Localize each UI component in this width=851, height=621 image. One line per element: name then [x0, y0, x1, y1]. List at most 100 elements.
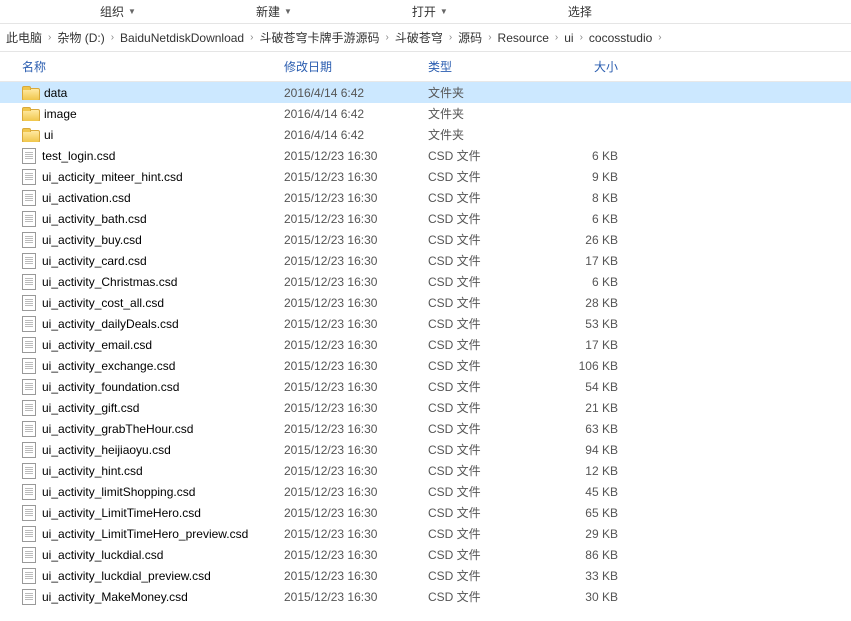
file-row[interactable]: ui_activity_card.csd2015/12/23 16:30CSD … [0, 250, 851, 271]
toolbar-open[interactable]: 打开 ▼ [412, 3, 448, 20]
file-icon [22, 316, 36, 332]
cell-name: ui_activity_dailyDeals.csd [22, 316, 284, 332]
file-row[interactable]: ui_activity_gift.csd2015/12/23 16:30CSD … [0, 397, 851, 418]
file-icon [22, 484, 36, 500]
cell-type: CSD 文件 [428, 462, 548, 479]
cell-name: ui_activity_email.csd [22, 337, 284, 353]
file-row[interactable]: ui_activity_Christmas.csd2015/12/23 16:3… [0, 271, 851, 292]
chevron-right-icon: › [111, 32, 114, 43]
file-row[interactable]: ui_activity_email.csd2015/12/23 16:30CSD… [0, 334, 851, 355]
folder-row[interactable]: image 2016/4/14 6:42文件夹 [0, 103, 851, 124]
header-name[interactable]: 名称 [22, 58, 284, 75]
file-name: ui_activity_bath.csd [42, 212, 147, 226]
breadcrumb-item[interactable]: BaiduNetdiskDownload [120, 31, 244, 45]
breadcrumb-item[interactable]: 杂物 (D:) [57, 29, 104, 46]
cell-name: ui_activity_bath.csd [22, 211, 284, 227]
cell-type: CSD 文件 [428, 189, 548, 206]
toolbar-organize[interactable]: 组织 ▼ [100, 3, 136, 20]
cell-date: 2015/12/23 16:30 [284, 317, 428, 331]
cell-name: ui_acticity_miteer_hint.csd [22, 169, 284, 185]
file-row[interactable]: test_login.csd2015/12/23 16:30CSD 文件6 KB [0, 145, 851, 166]
file-row[interactable]: ui_activity_luckdial.csd2015/12/23 16:30… [0, 544, 851, 565]
chevron-right-icon: › [580, 32, 583, 43]
file-row[interactable]: ui_activity_limitShopping.csd2015/12/23 … [0, 481, 851, 502]
cell-date: 2016/4/14 6:42 [284, 107, 428, 121]
breadcrumb-item[interactable]: 斗破苍穹卡牌手游源码 [259, 29, 379, 46]
cell-type: CSD 文件 [428, 567, 548, 584]
file-name: test_login.csd [42, 149, 115, 163]
breadcrumb-item[interactable]: 源码 [458, 29, 482, 46]
cell-name: data [22, 86, 284, 100]
file-row[interactable]: ui_activity_heijiaoyu.csd2015/12/23 16:3… [0, 439, 851, 460]
file-row[interactable]: ui_activity_grabTheHour.csd2015/12/23 16… [0, 418, 851, 439]
file-row[interactable]: ui_activity_buy.csd2015/12/23 16:30CSD 文… [0, 229, 851, 250]
cell-type: CSD 文件 [428, 168, 548, 185]
toolbar-new[interactable]: 新建 ▼ [256, 3, 292, 20]
cell-date: 2015/12/23 16:30 [284, 233, 428, 247]
file-row[interactable]: ui_activity_exchange.csd2015/12/23 16:30… [0, 355, 851, 376]
chevron-right-icon: › [658, 32, 661, 43]
file-row[interactable]: ui_activity_MakeMoney.csd2015/12/23 16:3… [0, 586, 851, 607]
file-icon [22, 379, 36, 395]
file-name: image [44, 107, 77, 121]
cell-type: CSD 文件 [428, 525, 548, 542]
file-row[interactable]: ui_acticity_miteer_hint.csd2015/12/23 16… [0, 166, 851, 187]
file-row[interactable]: ui_activity_foundation.csd2015/12/23 16:… [0, 376, 851, 397]
cell-date: 2015/12/23 16:30 [284, 569, 428, 583]
folder-row[interactable]: data2016/4/14 6:42文件夹 [0, 82, 851, 103]
file-icon [22, 442, 36, 458]
header-type[interactable]: 类型 [428, 58, 548, 75]
file-icon [22, 547, 36, 563]
cell-size: 65 KB [548, 506, 638, 520]
cell-name: ui_activity_cost_all.csd [22, 295, 284, 311]
chevron-down-icon: ▼ [284, 7, 292, 16]
file-name: ui_activity_MakeMoney.csd [42, 590, 188, 604]
chevron-right-icon: › [48, 32, 51, 43]
file-name: ui_activation.csd [42, 191, 131, 205]
file-row[interactable]: ui_activity_hint.csd2015/12/23 16:30CSD … [0, 460, 851, 481]
file-row[interactable]: ui_activity_bath.csd2015/12/23 16:30CSD … [0, 208, 851, 229]
file-name: ui_acticity_miteer_hint.csd [42, 170, 183, 184]
cell-type: CSD 文件 [428, 273, 548, 290]
file-row[interactable]: ui_activity_luckdial_preview.csd 2015/12/… [0, 565, 851, 586]
cell-type: CSD 文件 [428, 294, 548, 311]
cell-date: 2015/12/23 16:30 [284, 254, 428, 268]
cell-size: 86 KB [548, 548, 638, 562]
breadcrumb: 此电脑 › 杂物 (D:) › BaiduNetdiskDownload › 斗破苍穹卡牌手… [0, 24, 851, 52]
file-name: ui_activity_gift.csd [42, 401, 139, 415]
breadcrumb-item[interactable]: cocosstudio [589, 31, 652, 45]
breadcrumb-item[interactable]: Resource [498, 31, 549, 45]
folder-row[interactable]: ui2016/4/14 6:42文件夹 [0, 124, 851, 145]
cell-date: 2015/12/23 16:30 [284, 485, 428, 499]
cell-type: CSD 文件 [428, 315, 548, 332]
chevron-right-icon: › [555, 32, 558, 43]
file-row[interactable]: ui_activity_LimitTimeHero.csd2015/12/23 … [0, 502, 851, 523]
file-row[interactable]: ui_activity_cost_all.csd2015/12/23 16:30… [0, 292, 851, 313]
folder-icon [22, 107, 38, 121]
breadcrumb-item[interactable]: 斗破苍穹 [395, 29, 443, 46]
file-name: ui_activity_LimitTimeHero.csd [42, 506, 201, 520]
cell-size: 17 KB [548, 338, 638, 352]
cell-type: 文件夹 [428, 84, 548, 101]
cell-type: CSD 文件 [428, 336, 548, 353]
file-icon [22, 295, 36, 311]
cell-name: ui_activity_luckdial.csd [22, 547, 284, 563]
cell-date: 2015/12/23 16:30 [284, 548, 428, 562]
cell-name: ui_activity_hint.csd [22, 463, 284, 479]
cell-name: ui_activity_buy.csd [22, 232, 284, 248]
cell-date: 2015/12/23 16:30 [284, 443, 428, 457]
file-list[interactable]: data2016/4/14 6:42文件夹 image 2016/4/14 6:42… [0, 82, 851, 621]
breadcrumb-item[interactable]: 此电脑 [6, 29, 42, 46]
file-row[interactable]: ui_activity_LimitTimeHero_preview.csd201… [0, 523, 851, 544]
header-date[interactable]: 修改日期 [284, 58, 428, 75]
file-icon [22, 253, 36, 269]
file-row[interactable]: ui_activity_dailyDeals.csd2015/12/23 16:… [0, 313, 851, 334]
file-name: ui_activity_luckdial_preview.csd [42, 569, 211, 583]
cell-type: 文件夹 [428, 105, 548, 122]
cell-name: ui_activity_Christmas.csd [22, 274, 284, 290]
cell-name: ui_activation.csd [22, 190, 284, 206]
breadcrumb-item[interactable]: ui [564, 31, 573, 45]
header-size[interactable]: 大小 [548, 58, 638, 75]
file-row[interactable]: ui_activation.csd2015/12/23 16:30CSD 文件8… [0, 187, 851, 208]
toolbar-select[interactable]: 选择 [568, 3, 592, 20]
